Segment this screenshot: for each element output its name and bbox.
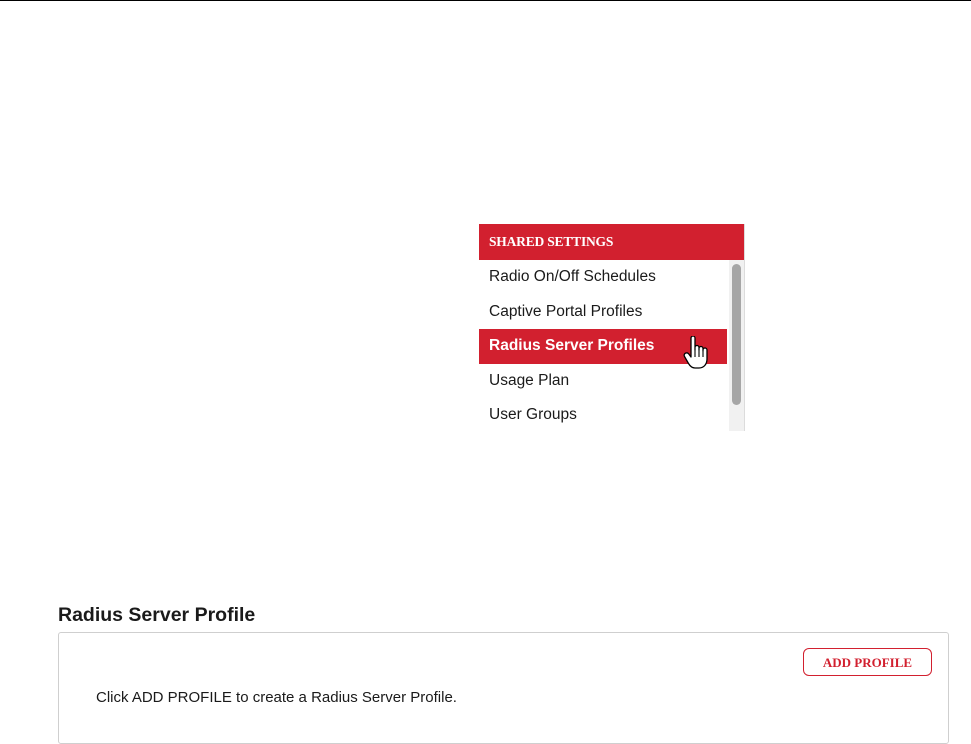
menu-item-captive-portal-profiles[interactable]: Captive Portal Profiles <box>479 295 727 330</box>
empty-state-hint: Click ADD PROFILE to create a Radius Ser… <box>96 689 457 706</box>
section-title: Radius Server Profile <box>58 604 256 626</box>
radius-profile-panel: ADD PROFILE Click ADD PROFILE to create … <box>58 632 949 744</box>
menu-scroll-thumb[interactable] <box>732 264 741 405</box>
hand-pointer-icon <box>683 336 708 369</box>
top-divider <box>0 0 971 1</box>
shared-settings-menu: SHARED SETTINGS Radio On/Off Schedules C… <box>479 224 745 431</box>
menu-item-radio-schedules[interactable]: Radio On/Off Schedules <box>479 260 727 295</box>
add-profile-button[interactable]: ADD PROFILE <box>803 648 932 676</box>
menu-scrollbar[interactable] <box>729 260 744 431</box>
menu-item-user-groups[interactable]: User Groups <box>479 398 727 431</box>
menu-header: SHARED SETTINGS <box>479 224 744 260</box>
